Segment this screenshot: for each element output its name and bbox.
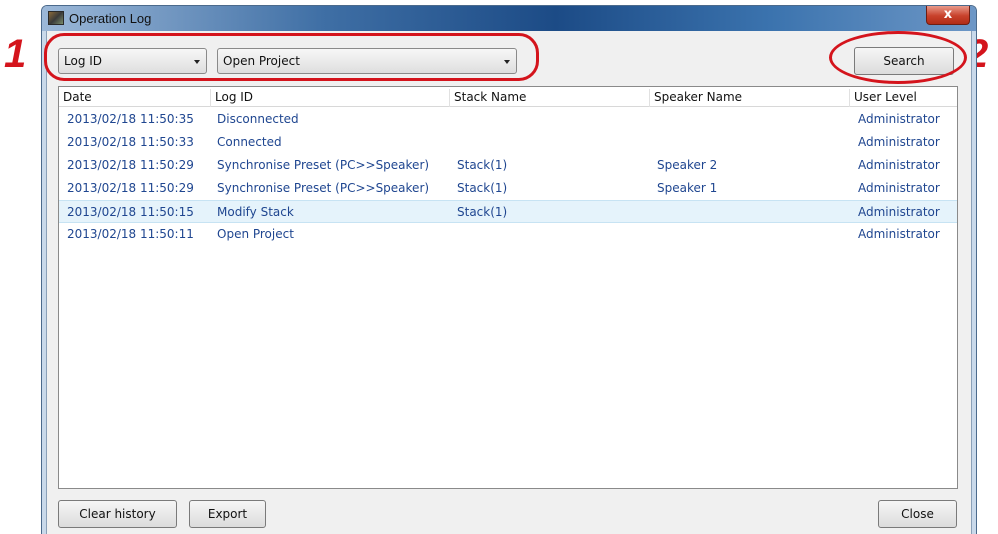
cell-log-id: Modify Stack (217, 205, 294, 219)
cell-user-level: Administrator (858, 181, 940, 195)
filter-value-dropdown[interactable]: Open Project (217, 48, 517, 74)
cell-user-level: Administrator (858, 135, 940, 149)
cell-user-level: Administrator (858, 112, 940, 126)
table-row-selected[interactable]: 2013/02/18 11:50:15 Modify Stack Stack(1… (59, 200, 957, 223)
chevron-down-icon (504, 60, 510, 64)
table-row[interactable]: 2013/02/18 11:50:33 Connected Administra… (59, 131, 957, 154)
cell-log-id: Synchronise Preset (PC>>Speaker) (217, 181, 430, 195)
cell-user-level: Administrator (858, 227, 940, 241)
cell-speaker-name: Speaker 1 (657, 181, 718, 195)
cell-log-id: Connected (217, 135, 282, 149)
search-button[interactable]: Search (854, 47, 954, 75)
title-bar[interactable]: Operation Log x (42, 6, 976, 31)
column-header-date[interactable]: Date (59, 89, 92, 107)
cell-speaker-name: Speaker 2 (657, 158, 718, 172)
export-button[interactable]: Export (189, 500, 266, 528)
cell-user-level: Administrator (858, 205, 940, 219)
cell-date: 2013/02/18 11:50:11 (67, 227, 194, 241)
callout-number-1: 1 (4, 32, 27, 76)
cell-date: 2013/02/18 11:50:35 (67, 112, 194, 126)
table-row[interactable]: 2013/02/18 11:50:29 Synchronise Preset (… (59, 154, 957, 177)
clear-history-button[interactable]: Clear history (58, 500, 177, 528)
filter-value-text: Open Project (223, 54, 300, 68)
close-button[interactable]: Close (878, 500, 957, 528)
chevron-down-icon (194, 60, 200, 64)
column-header-user-level[interactable]: User Level (849, 89, 917, 107)
app-icon (48, 11, 64, 25)
cell-date: 2013/02/18 11:50:29 (67, 158, 194, 172)
cell-log-id: Disconnected (217, 112, 299, 126)
cell-user-level: Administrator (858, 158, 940, 172)
table-row[interactable]: 2013/02/18 11:50:11 Open Project Adminis… (59, 223, 957, 246)
table-row[interactable]: 2013/02/18 11:50:29 Synchronise Preset (… (59, 177, 957, 200)
operation-log-window: Operation Log x Log ID Open Project Sear… (41, 5, 977, 534)
window-title: Operation Log (69, 11, 152, 26)
cell-stack-name: Stack(1) (457, 158, 508, 172)
column-header-log-id[interactable]: Log ID (210, 89, 253, 107)
table-row[interactable]: 2013/02/18 11:50:35 Disconnected Adminis… (59, 108, 957, 131)
cell-log-id: Open Project (217, 227, 294, 241)
window-close-button[interactable]: x (926, 6, 970, 25)
column-header-speaker-name[interactable]: Speaker Name (649, 89, 742, 107)
cell-date: 2013/02/18 11:50:15 (67, 205, 194, 219)
filter-field-value: Log ID (64, 54, 103, 68)
filter-field-dropdown[interactable]: Log ID (58, 48, 207, 74)
table-header: Date Log ID Stack Name Speaker Name User… (59, 87, 957, 107)
dialog-body: Log ID Open Project Search Date Log ID S… (46, 31, 972, 534)
cell-stack-name: Stack(1) (457, 181, 508, 195)
column-header-stack-name[interactable]: Stack Name (449, 89, 526, 107)
cell-log-id: Synchronise Preset (PC>>Speaker) (217, 158, 430, 172)
cell-stack-name: Stack(1) (457, 205, 508, 219)
log-table[interactable]: Date Log ID Stack Name Speaker Name User… (58, 86, 958, 489)
cell-date: 2013/02/18 11:50:29 (67, 181, 194, 195)
cell-date: 2013/02/18 11:50:33 (67, 135, 194, 149)
